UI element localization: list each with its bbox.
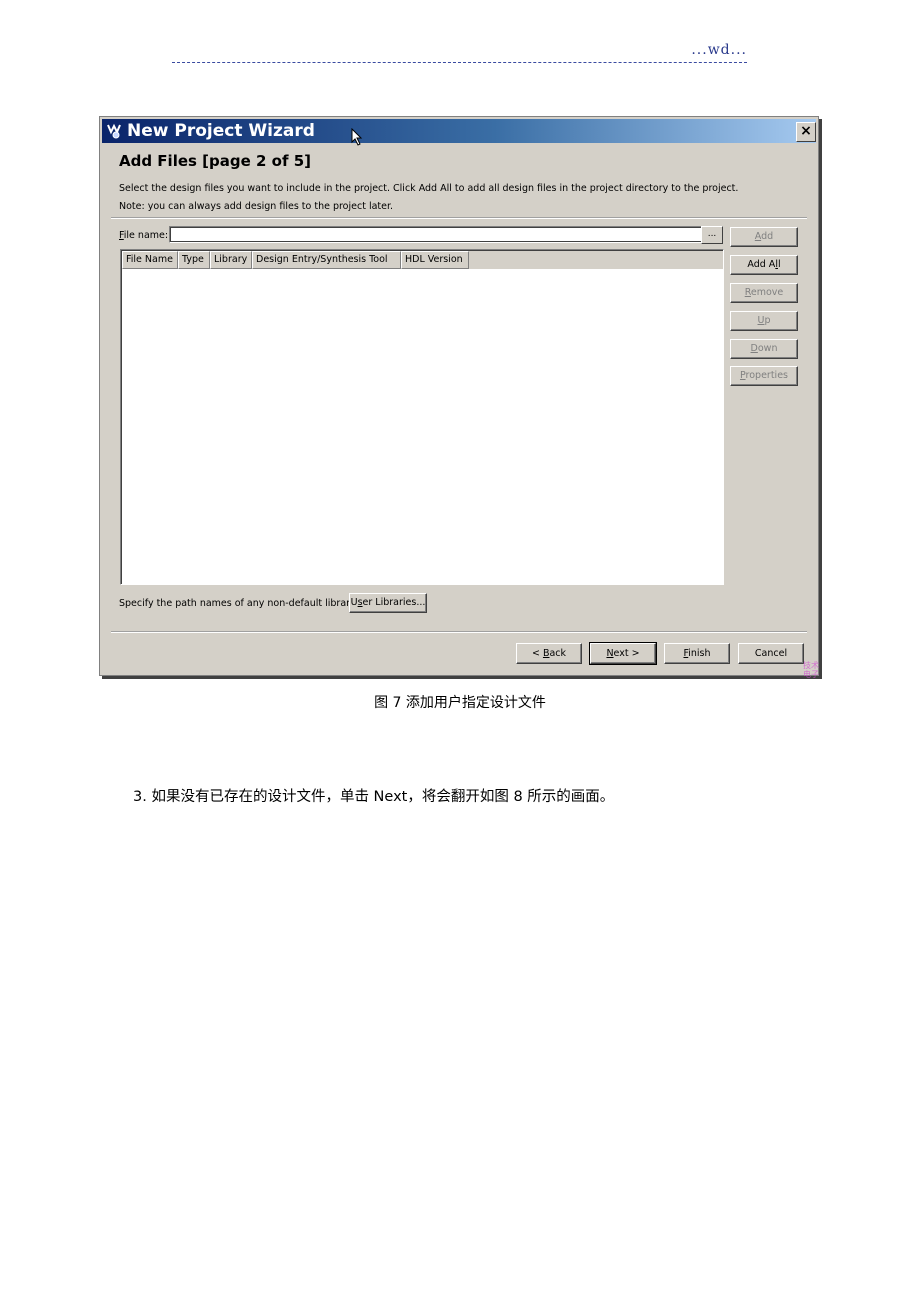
column-header-type[interactable]: Type <box>178 251 210 269</box>
add-all-button[interactable]: Add All <box>730 255 798 275</box>
user-libraries-button[interactable]: User Libraries... <box>349 593 427 613</box>
back-button[interactable]: < Back <box>516 643 582 664</box>
label-text: ile name: <box>123 230 169 241</box>
next-button[interactable]: Next > <box>589 642 657 665</box>
file-name-input[interactable] <box>169 226 705 243</box>
column-header-library[interactable]: Library <box>210 251 252 269</box>
separator <box>111 631 807 633</box>
page-header-mark: ...wd... <box>691 42 747 58</box>
libraries-label: Specify the path names of any non-defaul… <box>119 598 367 609</box>
app-icon <box>107 123 121 139</box>
separator <box>111 217 807 219</box>
column-header-file-name[interactable]: File Name <box>122 251 178 269</box>
new-project-wizard-dialog: New Project Wizard × Add Files [page 2 o… <box>99 116 819 679</box>
description-text: Select the design files you want to incl… <box>119 183 739 194</box>
page-header-rule: ...wd... <box>172 40 747 63</box>
up-button[interactable]: Up <box>730 311 798 331</box>
column-header-filler <box>469 251 723 269</box>
dialog-title: New Project Wizard <box>127 121 315 141</box>
add-button[interactable]: Add <box>730 227 798 247</box>
page-heading: Add Files [page 2 of 5] <box>119 152 312 170</box>
file-list[interactable]: File Name Type Library Design Entry/Synt… <box>120 249 724 585</box>
body-paragraph: 3. 如果没有已存在的设计文件，单击 Next，将会翻开如图 8 所示的画面。 <box>133 789 615 805</box>
close-button[interactable]: × <box>796 122 816 142</box>
file-name-label: File name: <box>119 230 168 241</box>
down-button[interactable]: Down <box>730 339 798 359</box>
column-header-hdl-version[interactable]: HDL Version <box>401 251 469 269</box>
remove-button[interactable]: Remove <box>730 283 798 303</box>
mouse-cursor-icon <box>351 128 363 146</box>
properties-button[interactable]: Properties <box>730 366 798 386</box>
file-list-header: File Name Type Library Design Entry/Synt… <box>122 251 723 269</box>
figure-caption: 图 7 添加用户指定设计文件 <box>374 695 546 711</box>
browse-button[interactable]: ... <box>701 226 723 244</box>
title-bar[interactable]: New Project Wizard × <box>102 119 816 146</box>
note-text: Note: you can always add design files to… <box>119 201 394 212</box>
cancel-button[interactable]: Cancel <box>738 643 804 664</box>
finish-button[interactable]: Finish <box>664 643 730 664</box>
column-header-design-entry-tool[interactable]: Design Entry/Synthesis Tool <box>252 251 401 269</box>
watermark-stamp: 技术 电子 <box>803 661 819 679</box>
